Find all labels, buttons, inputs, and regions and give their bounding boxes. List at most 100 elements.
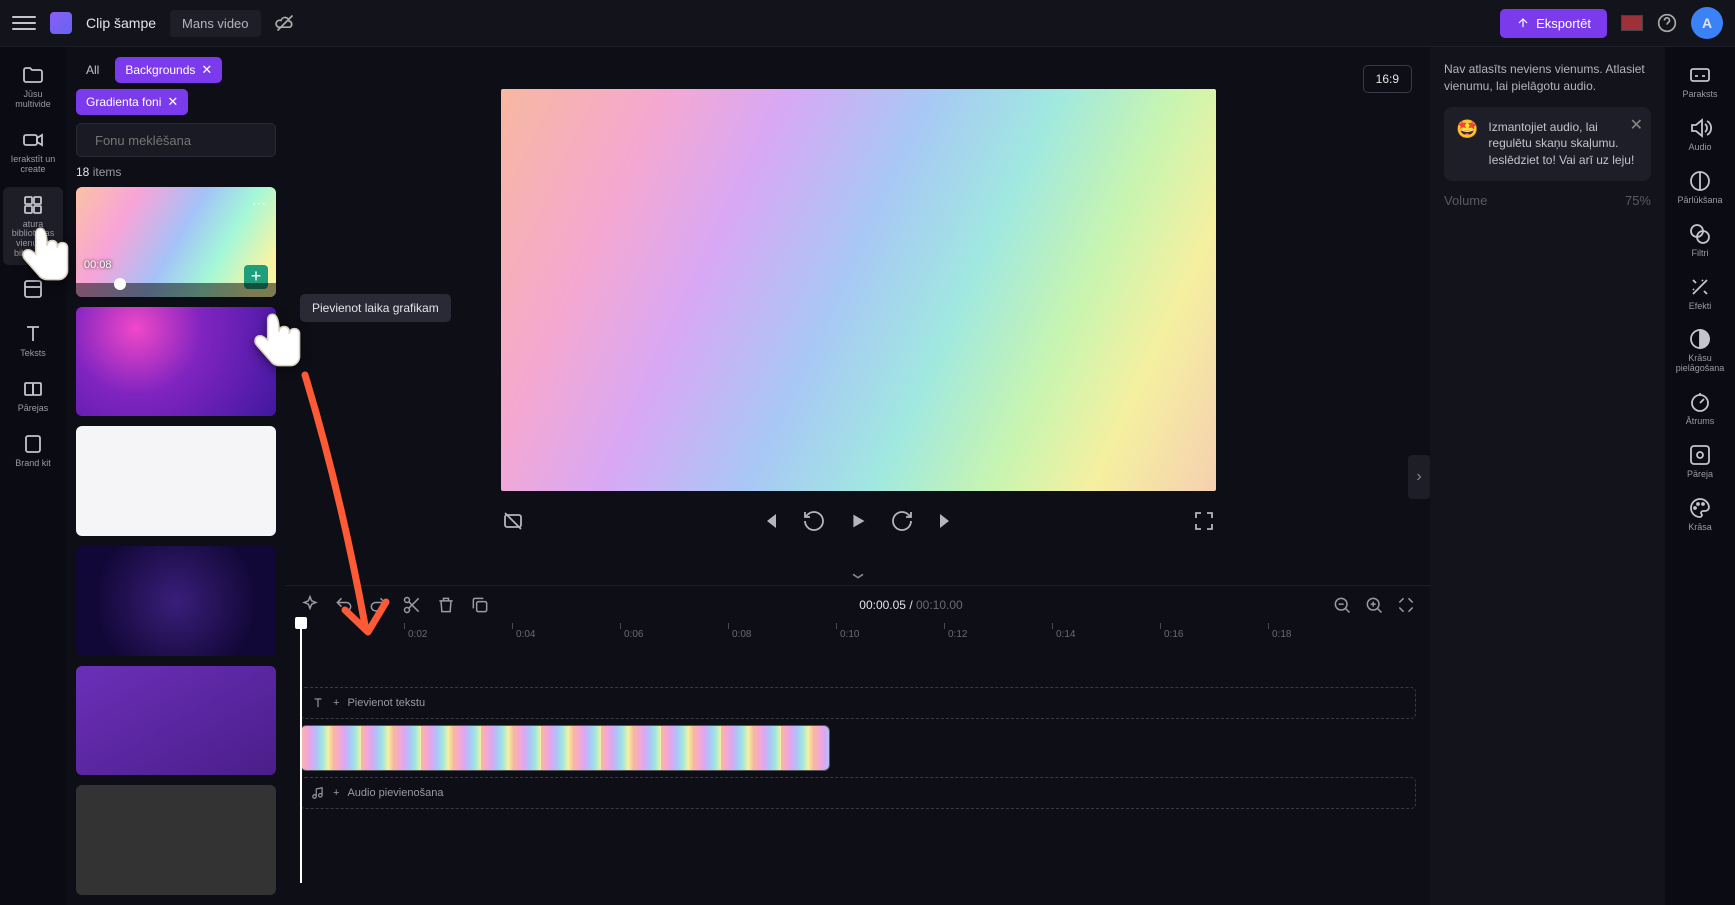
contrast-icon <box>1688 327 1712 351</box>
chip-all[interactable]: All <box>76 58 109 82</box>
help-icon[interactable] <box>1657 13 1677 33</box>
tick: 0:04 <box>516 629 535 640</box>
asset-thumb-3[interactable] <box>76 426 276 536</box>
skip-back-button[interactable] <box>758 509 782 533</box>
timeline-ruler[interactable]: 0:02 0:04 0:06 0:08 0:10 0:12 0:14 0:16 … <box>286 623 1430 651</box>
chip-backgrounds[interactable]: Backgrounds✕ <box>115 57 222 83</box>
asset-thumb-1[interactable]: ⋯ 00:08 + <box>76 187 276 297</box>
tool-fade[interactable]: Pārlūkšana <box>1670 163 1730 212</box>
timeline-expand-handle[interactable] <box>286 567 1430 585</box>
language-flag[interactable] <box>1621 15 1643 31</box>
video-track[interactable] <box>300 725 1416 771</box>
thumb-duration: 00:08 <box>84 259 112 271</box>
audio-track[interactable]: + Audio pievienošana <box>300 777 1416 809</box>
library-icon <box>21 193 45 217</box>
transitions-icon <box>21 377 45 401</box>
playback-controls <box>501 509 1216 533</box>
nav-templates[interactable] <box>3 271 63 310</box>
search-input[interactable] <box>95 133 271 148</box>
rewind-button[interactable] <box>802 509 826 533</box>
asset-thumb-6[interactable] <box>76 785 276 895</box>
forward-button[interactable] <box>890 509 914 533</box>
user-avatar[interactable]: A <box>1691 7 1723 39</box>
skip-forward-button[interactable] <box>934 509 958 533</box>
palette-icon <box>1688 496 1712 520</box>
tool-captions[interactable]: Paraksts <box>1670 57 1730 106</box>
timeline-tracks: + Pievienot tekstu + Audio pievienošana <box>286 651 1430 815</box>
nav-transitions[interactable]: Pārejas <box>3 371 63 420</box>
panel-collapse-chevron[interactable]: › <box>1408 455 1430 499</box>
folder-icon <box>21 63 45 87</box>
tool-color-adjust[interactable]: Krāsu pielāgošana <box>1670 321 1730 380</box>
magic-icon[interactable] <box>300 595 320 615</box>
nav-your-media[interactable]: Jūsu multivide <box>3 57 63 116</box>
brand-icon <box>21 432 45 456</box>
play-button[interactable] <box>846 509 870 533</box>
add-tooltip: Pievienot laika grafikam <box>300 294 451 322</box>
left-nav: Jūsu multivide Ierakstīt un create atura… <box>0 47 66 905</box>
filters-icon <box>1688 222 1712 246</box>
tick: 0:18 <box>1272 629 1291 640</box>
fullscreen-button[interactable] <box>1192 509 1216 533</box>
tick: 0:12 <box>948 629 967 640</box>
chip-gradient[interactable]: Gradienta foni✕ <box>76 89 188 115</box>
redo-button[interactable] <box>368 595 388 615</box>
playhead[interactable] <box>300 623 302 883</box>
nav-brand-kit[interactable]: Brand kit <box>3 426 63 475</box>
more-icon[interactable]: ⋯ <box>252 195 268 212</box>
app-header: Clip šampe Mans video Eksportēt A <box>0 0 1735 47</box>
nav-record[interactable]: Ierakstīt un create <box>3 122 63 181</box>
close-icon[interactable]: ✕ <box>201 62 212 78</box>
tool-filters[interactable]: Filtri <box>1670 216 1730 265</box>
volume-row: Volume 75% <box>1444 193 1651 208</box>
aspect-ratio-button[interactable]: 16:9 <box>1363 65 1412 93</box>
audio-tip: 🤩 Izmantojiet audio, lai regulētu skaņu … <box>1444 107 1651 181</box>
timeline-time: 00:00.05 / 00:10.00 <box>504 598 1318 612</box>
timeline-clip[interactable] <box>300 725 830 771</box>
speaker-icon <box>1688 116 1712 140</box>
project-name[interactable]: Mans video <box>170 10 260 37</box>
duplicate-button[interactable] <box>470 595 490 615</box>
close-icon[interactable]: ✕ <box>167 94 178 110</box>
preview-canvas[interactable] <box>501 89 1216 491</box>
right-toolbar: Paraksts Audio Pārlūkšana Filtri Efekti … <box>1665 47 1735 905</box>
close-tip-button[interactable]: ✕ <box>1630 115 1643 135</box>
zoom-in-button[interactable] <box>1364 595 1384 615</box>
split-button[interactable] <box>402 595 422 615</box>
delete-button[interactable] <box>436 595 456 615</box>
captions-icon <box>1688 63 1712 87</box>
tick: 0:02 <box>408 629 427 640</box>
text-icon <box>21 322 45 346</box>
text-track[interactable]: + Pievienot tekstu <box>300 687 1416 719</box>
export-button[interactable]: Eksportēt <box>1500 9 1607 38</box>
app-name: Clip šampe <box>86 15 156 31</box>
tip-emoji-icon: 🤩 <box>1456 119 1478 169</box>
tool-audio[interactable]: Audio <box>1670 110 1730 159</box>
item-count: 18 items <box>76 165 276 179</box>
tool-color[interactable]: Krāsa <box>1670 490 1730 539</box>
asset-thumb-2[interactable] <box>76 307 276 417</box>
app-logo <box>50 12 72 34</box>
undo-button[interactable] <box>334 595 354 615</box>
properties-panel: Nav atlasīts neviens vienums. Atlasiet v… <box>1430 47 1665 905</box>
zoom-out-button[interactable] <box>1332 595 1352 615</box>
hide-preview-icon[interactable] <box>501 509 525 533</box>
menu-button[interactable] <box>12 11 36 35</box>
asset-thumb-4[interactable] <box>76 546 276 656</box>
tick: 0:14 <box>1056 629 1075 640</box>
nav-text[interactable]: Teksts <box>3 316 63 365</box>
tick: 0:06 <box>624 629 643 640</box>
asset-panel: All Backgrounds✕ Gradienta foni✕ 18 item… <box>66 47 286 905</box>
tool-speed[interactable]: Ātrums <box>1670 384 1730 433</box>
transition-icon <box>1688 443 1712 467</box>
tick: 0:08 <box>732 629 751 640</box>
search-box[interactable] <box>76 123 276 157</box>
nav-library[interactable]: atura bibliotēkas vienumu bibliotēka <box>3 187 63 266</box>
tool-transition[interactable]: Pāreja <box>1670 437 1730 486</box>
cloud-sync-icon <box>275 13 295 33</box>
timeline-toolbar: 00:00.05 / 00:10.00 <box>286 585 1430 623</box>
speed-icon <box>1688 390 1712 414</box>
zoom-fit-button[interactable] <box>1396 595 1416 615</box>
tool-effects[interactable]: Efekti <box>1670 269 1730 318</box>
asset-thumb-5[interactable] <box>76 666 276 776</box>
